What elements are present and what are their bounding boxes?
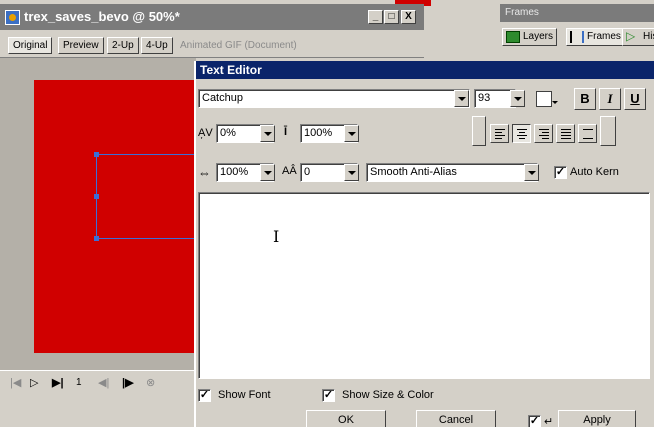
- selection-top-edge: [96, 154, 196, 155]
- maximize-button[interactable]: □: [384, 10, 399, 24]
- layers-icon: [506, 31, 520, 43]
- font-size-dropdown-icon[interactable]: [510, 90, 525, 107]
- selection-bottom-edge: [96, 238, 196, 239]
- canvas-image[interactable]: [34, 80, 196, 353]
- panel-header: Frames: [500, 4, 654, 22]
- align-center-icon[interactable]: [512, 124, 531, 143]
- tab-2-up[interactable]: 2-Up: [107, 37, 139, 54]
- align-left-icon[interactable]: [490, 124, 509, 143]
- panel-header-label: Frames: [505, 7, 539, 18]
- text-color-swatch[interactable]: [536, 91, 552, 107]
- underline-button[interactable]: U: [624, 88, 646, 110]
- text-direction-icon[interactable]: [600, 116, 616, 146]
- align-right-icon[interactable]: [534, 124, 553, 143]
- bold-button[interactable]: B: [574, 88, 596, 110]
- show-size-color-label: Show Size & Color: [342, 389, 434, 401]
- tab-layers-label: Layers: [523, 31, 554, 42]
- apply-button[interactable]: Apply: [558, 410, 636, 427]
- stretch-icon[interactable]: [578, 124, 597, 143]
- enter-icon: ↵: [544, 416, 554, 427]
- auto-kern-checkbox[interactable]: ✓: [554, 166, 567, 179]
- anti-alias-dropdown-icon[interactable]: [524, 164, 539, 181]
- apply-checkbox[interactable]: ✓: [528, 415, 541, 427]
- leading-icon: Ī: [284, 126, 288, 138]
- dialog-title-bar[interactable]: Text Editor: [196, 61, 654, 79]
- document-title-bar[interactable]: trex_saves_bevo @ 50%* _ □ X: [0, 4, 424, 30]
- show-font-label: Show Font: [218, 389, 271, 401]
- document-icon: [5, 10, 20, 25]
- kerning-icon: A͎V: [198, 127, 213, 139]
- panel-tab-bar: Layers Frames ▷ His: [500, 22, 654, 62]
- cancel-button[interactable]: Cancel: [416, 410, 496, 427]
- kerning-dropdown-icon[interactable]: [260, 125, 275, 142]
- leading-dropdown-icon[interactable]: [344, 125, 359, 142]
- first-frame-icon[interactable]: |◀: [10, 376, 21, 389]
- horizontal-scale-icon: ⇔: [198, 165, 211, 180]
- play-icon[interactable]: ▷: [30, 376, 38, 389]
- close-button[interactable]: X: [401, 10, 416, 24]
- auto-kern-label: Auto Kern: [570, 166, 619, 178]
- tab-frames-label: Frames: [587, 31, 621, 42]
- font-family-dropdown-icon[interactable]: [454, 90, 469, 107]
- tab-history-label: His: [643, 31, 654, 42]
- history-icon: ▷: [626, 29, 636, 43]
- stop-icon[interactable]: ⊗: [146, 376, 155, 389]
- baseline-shift-dropdown-icon[interactable]: [344, 164, 359, 181]
- tab-preview[interactable]: Preview: [58, 37, 104, 54]
- selection-handle[interactable]: [94, 194, 99, 199]
- frame-number: 1: [76, 377, 82, 388]
- last-frame-icon[interactable]: ▶|: [52, 376, 64, 389]
- next-frame-icon[interactable]: |▶: [122, 376, 134, 389]
- ok-button[interactable]: OK: [306, 410, 386, 427]
- document-format-info: Animated GIF (Document): [180, 40, 297, 51]
- color-dropdown-icon[interactable]: [552, 101, 558, 104]
- tab-4-up[interactable]: 4-Up: [141, 37, 173, 54]
- horizontal-scale-dropdown-icon[interactable]: [260, 164, 275, 181]
- show-font-checkbox[interactable]: ✓: [198, 389, 211, 402]
- tab-frames[interactable]: Frames: [566, 28, 625, 46]
- document-title: trex_saves_bevo @ 50%*: [24, 9, 180, 24]
- text-editor-dialog: Text Editor Catchup 93 B I U A͎V 0% Ī 10…: [194, 61, 654, 427]
- selection-handle[interactable]: [94, 152, 99, 157]
- text-edit-area[interactable]: I: [198, 192, 650, 379]
- minimize-button[interactable]: _: [368, 10, 383, 24]
- show-size-color-checkbox[interactable]: ✓: [322, 389, 335, 402]
- previous-frame-icon[interactable]: ◀|: [98, 376, 109, 389]
- dialog-title: Text Editor: [200, 63, 262, 77]
- animation-playback-bar: |◀ ▷ ▶| 1 ◀| |▶ ⊗: [0, 370, 196, 396]
- justify-icon[interactable]: [556, 124, 575, 143]
- baseline-shift-icon: AÂ: [282, 165, 297, 177]
- tab-history[interactable]: ▷ His: [622, 28, 654, 46]
- frames-icon: [570, 31, 584, 43]
- text-cursor-icon: I: [273, 227, 280, 246]
- orientation-icon[interactable]: [472, 116, 486, 146]
- italic-button[interactable]: I: [599, 88, 621, 110]
- selection-handle[interactable]: [94, 236, 99, 241]
- font-family-select[interactable]: Catchup: [198, 89, 470, 108]
- anti-alias-select[interactable]: Smooth Anti-Alias: [366, 163, 538, 182]
- document-tab-bar: Original Preview 2-Up 4-Up Animated GIF …: [0, 30, 424, 58]
- tab-original[interactable]: Original: [8, 37, 53, 54]
- tab-layers[interactable]: Layers: [502, 28, 558, 46]
